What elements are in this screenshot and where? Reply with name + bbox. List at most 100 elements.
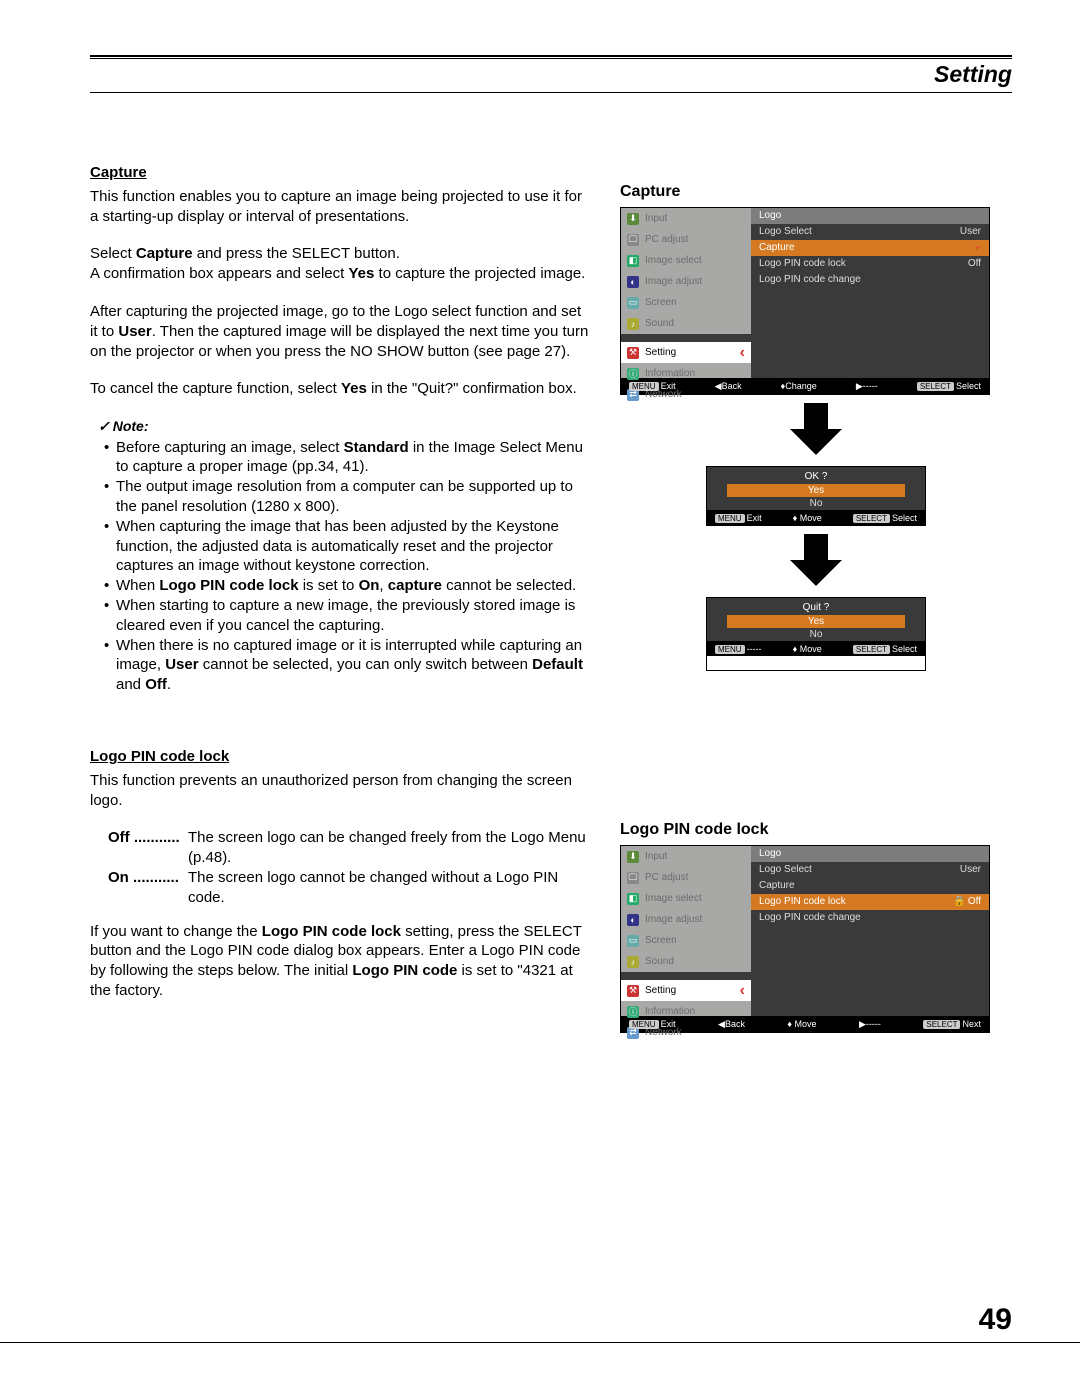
bar-back: Back	[722, 381, 742, 391]
ok-no: No	[707, 497, 925, 510]
osd-left-menu: ⬇Input 🖵PC adjust ◧Image select ◐Image a…	[621, 208, 751, 378]
def-off: Off ........... The screen logo can be c…	[108, 828, 590, 868]
bottom-rule	[0, 1342, 1080, 1343]
content: Capture This function enables you to cap…	[90, 163, 1012, 1033]
t: A confirmation box appears and select	[90, 265, 349, 282]
menu-item: Input	[645, 213, 667, 224]
bold: Logo PIN code lock	[159, 577, 298, 594]
bar-dash: -----	[747, 644, 762, 654]
quit-question: Quit ?	[707, 598, 925, 615]
page-title: Setting	[90, 61, 1012, 92]
bold: Logo PIN code	[352, 962, 457, 979]
arrow-down-icon	[620, 403, 1012, 458]
quit-no: No	[707, 628, 925, 641]
def-on: On ........... The screen logo cannot be…	[108, 868, 590, 908]
osd-ok-box: OK ? Yes No MENUExit ♦ Move SELECTSelect	[706, 466, 926, 526]
left-column: Capture This function enables you to cap…	[90, 163, 590, 1033]
osd-left-menu: ⬇Input 🖵PC adjust ◧Image select ◐Image a…	[621, 846, 751, 1016]
menu-item: Information	[645, 1006, 695, 1017]
top-rule	[90, 55, 1012, 59]
note-item: When Logo PIN code lock is set to On, ca…	[116, 576, 590, 596]
bar-dash: -----	[866, 1019, 881, 1029]
bold: Yes	[341, 380, 367, 397]
osd-logopin-title: Logo PIN code lock	[620, 821, 1012, 839]
bold: capture	[388, 577, 442, 594]
t: Before capturing an image, select	[116, 439, 344, 456]
desc: The screen logo cannot be changed withou…	[188, 868, 590, 908]
bold: Default	[532, 656, 583, 673]
progress-bar	[707, 656, 925, 670]
menu-item: Information	[645, 368, 695, 379]
logopin-heading: Logo PIN code lock	[90, 747, 590, 767]
osd-right-panel: Logo Logo SelectUser Capture⤶ Logo PIN c…	[751, 208, 989, 378]
t: ,	[379, 577, 387, 594]
note-item: When capturing the image that has been a…	[116, 517, 590, 576]
row-label: Logo PIN code lock	[759, 258, 846, 270]
bar-move: Move	[800, 513, 822, 523]
menu-item: Screen	[645, 297, 677, 308]
quit-yes: Yes	[727, 615, 905, 628]
menu-item: Screen	[645, 935, 677, 946]
t: Select	[90, 245, 136, 262]
t: . Then the captured image will be displa…	[90, 323, 588, 360]
osd-header: Logo	[751, 208, 989, 224]
note-list: Before capturing an image, select Standa…	[90, 438, 590, 695]
t: If you want to change the	[90, 923, 262, 940]
right-column: Capture ⬇Input 🖵PC adjust ◧Image select …	[620, 163, 1012, 1033]
t: To cancel the capture function, select	[90, 380, 341, 397]
bar-next: Next	[962, 1019, 981, 1029]
t: and press the SELECT button.	[193, 245, 400, 262]
ok-yes: Yes	[727, 484, 905, 497]
bar-exit: Exit	[661, 1019, 676, 1029]
t: to capture the projected image.	[374, 265, 585, 282]
term: On	[108, 869, 129, 886]
under-rule	[90, 92, 1012, 93]
t: is set to	[299, 577, 359, 594]
osd-capture-title: Capture	[620, 183, 1012, 201]
logopin-p1: This function prevents an unauthorized p…	[90, 771, 590, 811]
bar-select: Select	[892, 513, 917, 523]
bar-select: Select	[956, 381, 981, 391]
bold: Yes	[349, 265, 375, 282]
menu-item: Sound	[645, 956, 674, 967]
bold: User	[118, 323, 151, 340]
menu-item: PC adjust	[645, 872, 688, 883]
osd-capture: ⬇Input 🖵PC adjust ◧Image select ◐Image a…	[620, 207, 990, 395]
note-item: When starting to capture a new image, th…	[116, 596, 590, 636]
osd-quit-box: Quit ? Yes No MENU----- ♦ Move SELECTSel…	[706, 597, 926, 671]
capture-p2: Select Capture and press the SELECT butt…	[90, 244, 590, 284]
row-label: Logo PIN code change	[759, 912, 861, 924]
row-value: User	[960, 864, 981, 876]
osd-logopin: ⬇Input 🖵PC adjust ◧Image select ◐Image a…	[620, 845, 990, 1033]
bar-move: Move	[800, 644, 822, 654]
note-item: The output image resolution from a compu…	[116, 477, 590, 517]
menu-item-selected: Setting	[645, 985, 676, 996]
menu-item-selected: Setting	[645, 347, 676, 358]
bar-move: Move	[795, 1019, 817, 1029]
logopin-p2: If you want to change the Logo PIN code …	[90, 922, 590, 1001]
note-heading: Note:	[98, 417, 590, 435]
t: and	[116, 676, 145, 693]
arrow-down-icon	[620, 534, 1012, 589]
t: cannot be selected.	[442, 577, 576, 594]
bold: Logo PIN code lock	[262, 923, 401, 940]
page-number: 49	[979, 1303, 1012, 1337]
bold: Standard	[344, 439, 409, 456]
row-label: Capture	[759, 880, 795, 892]
t: When	[116, 577, 159, 594]
row-value: Off	[968, 258, 981, 270]
row-label: Capture	[759, 242, 795, 254]
ok-question: OK ?	[707, 467, 925, 484]
capture-heading: Capture	[90, 163, 590, 183]
menu-item: Sound	[645, 318, 674, 329]
page: Setting Capture This function enables yo…	[0, 0, 1080, 1397]
row-label: Logo PIN code lock	[759, 896, 846, 908]
menu-item: Image adjust	[645, 914, 702, 925]
capture-p4: After capturing the projected image, go …	[90, 302, 590, 361]
bar-back: Back	[725, 1019, 745, 1029]
menu-item: Image adjust	[645, 276, 702, 287]
capture-p1: This function enables you to capture an …	[90, 187, 590, 227]
term: Off	[108, 829, 130, 846]
menu-item: Image select	[645, 893, 702, 904]
menu-item: Image select	[645, 255, 702, 266]
